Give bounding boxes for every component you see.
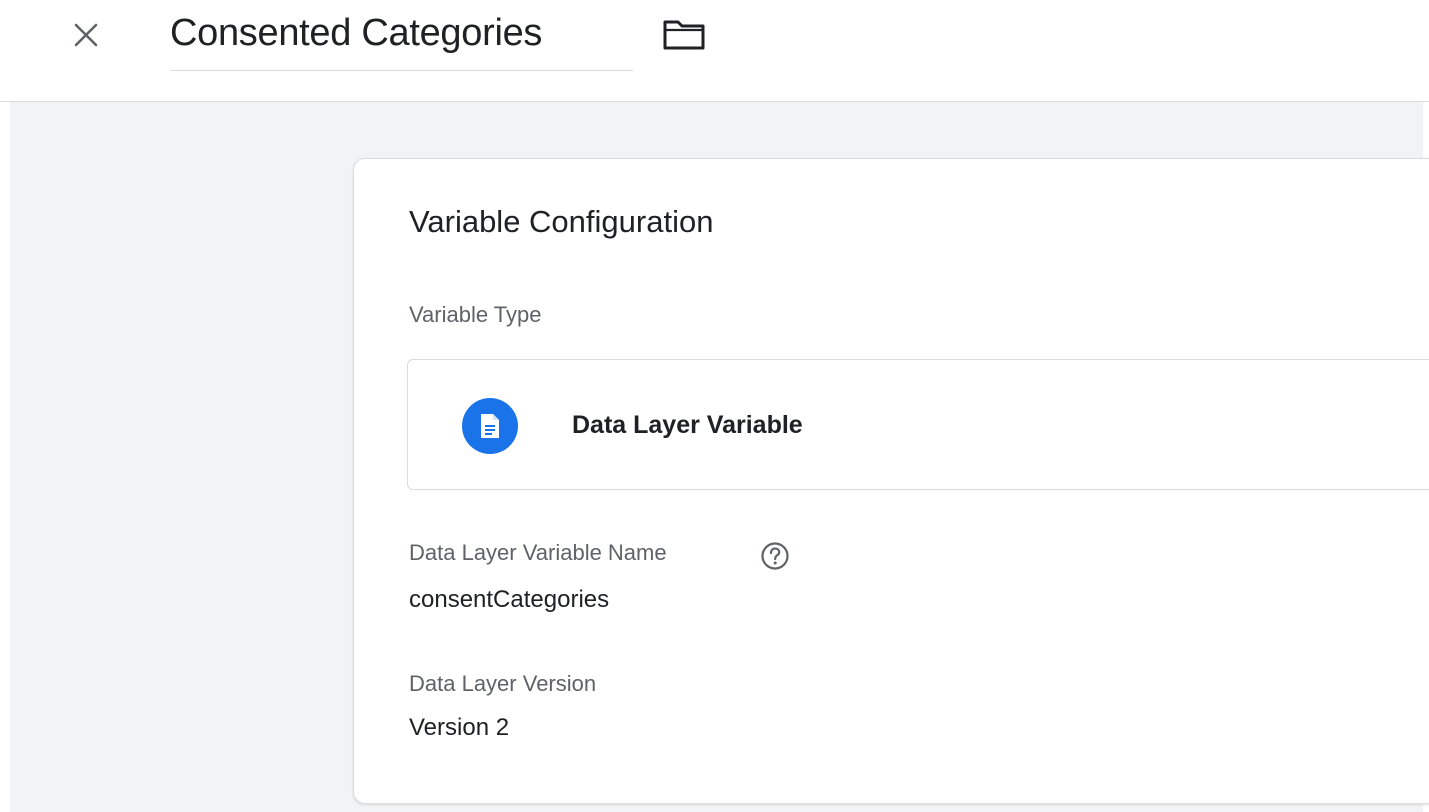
editor-header: Consented Categories (0, 0, 1429, 102)
dlv-name-value: consentCategories (409, 586, 610, 613)
document-icon (462, 398, 518, 454)
folder-button[interactable] (658, 12, 710, 56)
variable-configuration-card[interactable]: Variable Configuration Variable Type Dat… (353, 158, 1429, 804)
variable-type-selector[interactable]: Data Layer Variable (407, 359, 1429, 490)
close-button[interactable] (64, 13, 108, 57)
folder-icon (663, 18, 705, 50)
close-icon (73, 22, 99, 48)
dlv-name-label: Data Layer Variable Name (409, 540, 667, 565)
variable-type-name: Data Layer Variable (572, 411, 803, 439)
variable-title[interactable]: Consented Categories (170, 10, 542, 56)
dlv-version-value: Version 2 (409, 714, 510, 741)
variable-type-label: Variable Type (409, 302, 542, 327)
dlv-version-label: Data Layer Version (409, 671, 597, 696)
card-title: Variable Configuration (409, 204, 714, 239)
title-field[interactable]: Consented Categories (170, 0, 633, 71)
help-icon[interactable] (759, 540, 791, 572)
main-area: Variable Configuration Variable Type Dat… (10, 102, 1429, 812)
